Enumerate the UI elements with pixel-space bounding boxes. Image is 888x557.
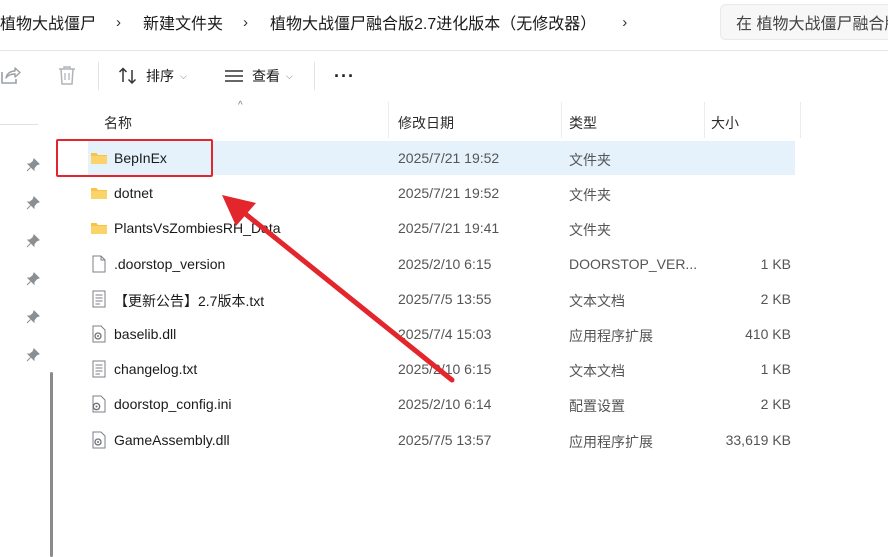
file-size: 2 KB bbox=[760, 396, 791, 413]
file-name: changelog.txt bbox=[114, 361, 198, 378]
pin-icon[interactable] bbox=[26, 158, 40, 172]
address-bar: 植物大战僵尸 › 新建文件夹 › 植物大战僵尸融合版2.7进化版本（无修改器） … bbox=[0, 0, 888, 51]
toolbar-divider bbox=[98, 62, 99, 90]
pin-icon[interactable] bbox=[26, 234, 40, 248]
toolbar: 排序 ⌵ 查看 ⌵ ··· bbox=[0, 50, 888, 102]
navigation-pane bbox=[0, 102, 56, 557]
column-headers: ^ 名称 修改日期 类型 大小 bbox=[88, 100, 808, 138]
chevron-down-icon: ⌵ bbox=[180, 70, 187, 81]
toolbar-divider bbox=[314, 62, 315, 90]
file-row[interactable]: dotnet 2025/7/21 19:52 文件夹 bbox=[88, 176, 795, 210]
file-row[interactable]: .doorstop_version 2025/2/10 6:15 DOORSTOP_… bbox=[88, 247, 795, 281]
file-row[interactable]: changelog.txt 2025/2/10 6:15 文本文档 1 KB bbox=[88, 352, 795, 386]
text-file-icon bbox=[90, 290, 108, 308]
more-icon[interactable]: ··· bbox=[334, 66, 355, 87]
file-type: 文件夹 bbox=[569, 222, 611, 239]
nav-scrollbar[interactable] bbox=[50, 372, 53, 557]
file-row[interactable]: 【更新公告】2.7版本.txt 2025/7/5 13:55 文本文档 2 KB bbox=[88, 282, 795, 316]
breadcrumb-separator[interactable]: › bbox=[116, 14, 121, 31]
breadcrumb-separator[interactable]: › bbox=[243, 14, 248, 31]
file-row[interactable]: GameAssembly.dll 2025/7/5 13:57 应用程序扩展 33,6… bbox=[88, 423, 795, 457]
file-size: 33,619 KB bbox=[725, 431, 791, 448]
file-date: 2025/7/5 13:55 bbox=[398, 290, 492, 307]
ini-file-icon bbox=[90, 395, 108, 413]
file-type: 文本文档 bbox=[569, 292, 625, 309]
search-input[interactable]: 在 植物大战僵尸融合版2.7进化版本（无修改器） 中搜索 bbox=[720, 4, 888, 40]
column-header-date[interactable]: 修改日期 bbox=[398, 113, 454, 133]
file-date: 2025/7/5 13:57 bbox=[398, 431, 492, 448]
file-date: 2025/2/10 6:15 bbox=[398, 361, 492, 378]
file-size: 410 KB bbox=[745, 326, 791, 342]
file-size: 2 KB bbox=[760, 290, 791, 307]
file-name: baselib.dll bbox=[114, 326, 177, 342]
file-type: 应用程序扩展 bbox=[569, 433, 653, 450]
blank-file-icon bbox=[90, 255, 108, 273]
folder-icon bbox=[90, 219, 108, 237]
view-label: 查看 bbox=[252, 68, 280, 84]
file-type: 配置设置 bbox=[569, 398, 625, 415]
sort-icon bbox=[118, 67, 137, 85]
column-header-name[interactable]: 名称 bbox=[104, 113, 132, 133]
file-type: DOORSTOP_VER... bbox=[569, 255, 698, 272]
pin-icon[interactable] bbox=[26, 196, 40, 210]
view-icon bbox=[225, 70, 243, 82]
column-header-type[interactable]: 类型 bbox=[569, 113, 597, 133]
file-date: 2025/7/21 19:52 bbox=[398, 150, 500, 166]
file-name: dotnet bbox=[114, 185, 153, 202]
breadcrumb-item-new-folder[interactable]: 新建文件夹 bbox=[143, 10, 223, 34]
pin-icon[interactable] bbox=[26, 348, 40, 362]
view-button[interactable]: 查看 ⌵ bbox=[224, 64, 293, 88]
breadcrumb-item-current-folder[interactable]: 植物大战僵尸融合版2.7进化版本（无修改器） bbox=[270, 10, 596, 34]
file-name: .doorstop_version bbox=[114, 255, 226, 272]
file-type: 文件夹 bbox=[569, 152, 611, 168]
breadcrumb: 植物大战僵尸 › 新建文件夹 › 植物大战僵尸融合版2.7进化版本（无修改器） … bbox=[0, 0, 710, 44]
file-type: 应用程序扩展 bbox=[569, 328, 653, 344]
file-date: 2025/7/21 19:41 bbox=[398, 220, 500, 237]
pin-icon[interactable] bbox=[26, 272, 40, 286]
sort-ascending-icon: ^ bbox=[238, 100, 243, 111]
folder-icon bbox=[90, 184, 108, 202]
pin-icon[interactable] bbox=[26, 310, 40, 324]
dll-file-icon bbox=[90, 431, 108, 449]
sort-label: 排序 bbox=[146, 68, 174, 84]
file-type: 文本文档 bbox=[569, 363, 625, 380]
highlight-box bbox=[56, 139, 213, 177]
nav-divider bbox=[0, 124, 38, 125]
file-name: doorstop_config.ini bbox=[114, 396, 232, 413]
sort-button[interactable]: 排序 ⌵ bbox=[118, 64, 187, 88]
file-size: 1 KB bbox=[760, 255, 791, 272]
file-name: PlantsVsZombiesRH_Data bbox=[114, 220, 281, 237]
file-row[interactable]: PlantsVsZombiesRH_Data 2025/7/21 19:41 文件夹 bbox=[88, 211, 795, 245]
file-name: 【更新公告】2.7版本.txt bbox=[114, 292, 265, 309]
chevron-down-icon: ⌵ bbox=[286, 70, 293, 81]
file-type: 文件夹 bbox=[569, 187, 611, 204]
breadcrumb-item-pvz[interactable]: 植物大战僵尸 bbox=[0, 10, 96, 34]
breadcrumb-separator[interactable]: › bbox=[622, 14, 627, 31]
file-date: 2025/2/10 6:15 bbox=[398, 255, 492, 272]
file-name: GameAssembly.dll bbox=[114, 431, 230, 448]
file-row[interactable]: baselib.dll 2025/7/4 15:03 应用程序扩展 410 KB bbox=[88, 317, 795, 351]
file-row[interactable]: doorstop_config.ini 2025/2/10 6:14 配置设置 2 K… bbox=[88, 387, 795, 421]
column-separator[interactable] bbox=[388, 102, 389, 138]
delete-icon[interactable] bbox=[56, 64, 78, 86]
dll-file-icon bbox=[90, 325, 108, 343]
column-separator[interactable] bbox=[561, 102, 562, 138]
text-file-icon bbox=[90, 360, 108, 378]
file-size: 1 KB bbox=[760, 361, 791, 378]
file-date: 2025/7/21 19:52 bbox=[398, 185, 500, 202]
share-icon[interactable] bbox=[0, 64, 22, 86]
column-separator[interactable] bbox=[704, 102, 705, 138]
file-date: 2025/2/10 6:14 bbox=[398, 396, 492, 413]
search-placeholder: 在 植物大战僵尸融合版2.7进化版本（无修改器） 中搜索 bbox=[736, 16, 888, 33]
file-date: 2025/7/4 15:03 bbox=[398, 326, 492, 342]
column-header-size[interactable]: 大小 bbox=[711, 113, 739, 133]
column-separator[interactable] bbox=[800, 102, 801, 138]
